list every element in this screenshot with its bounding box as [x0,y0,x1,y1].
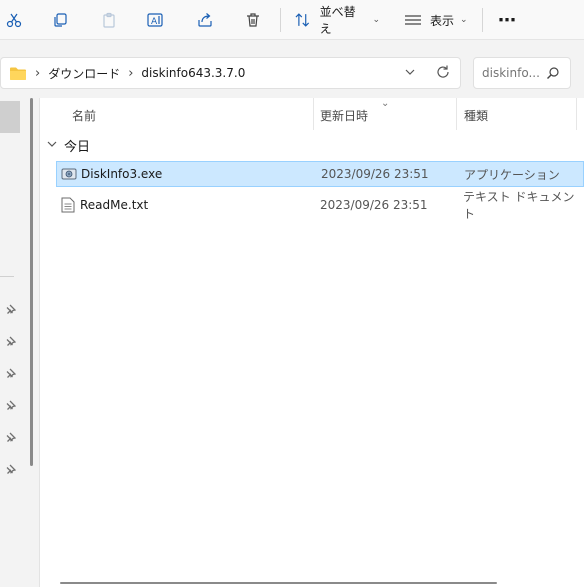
chevron-right-icon: › [128,65,134,81]
nav-selected-item[interactable] [0,101,20,133]
file-explorer-window: A 並べ替え ⌄ 表示 ⌄ ⋯ › ダウンロード › diskinfo643.3… [0,0,584,587]
copy-icon[interactable] [48,6,72,34]
search-box[interactable] [473,57,571,89]
column-header-name[interactable]: 名前 [72,107,96,124]
column-header-row: ⌄ 名前 更新日時 種類 [40,98,584,130]
file-name: ReadMe.txt [80,198,149,212]
file-row-diskinfo[interactable]: DiskInfo3.exe 2023/09/26 23:51 アプリケーション [56,161,584,187]
pin-icon [6,399,17,413]
file-modified: 2023/09/26 23:51 [320,198,428,212]
view-button[interactable]: 表示 ⌄ [404,6,470,34]
app-icon [61,166,77,182]
pin-icon [6,303,17,317]
text-file-icon [60,197,76,213]
group-label: 今日 [64,140,91,155]
cut-icon[interactable] [2,6,26,34]
view-icon [405,15,421,25]
paste-icon[interactable] [97,6,121,34]
breadcrumb-current-folder[interactable]: diskinfo643.3.7.0 [141,66,245,80]
rename-icon[interactable]: A [144,6,168,34]
sort-icon [295,13,310,27]
column-header-type[interactable]: 種類 [464,107,488,124]
pin-icon [6,367,17,381]
column-divider[interactable] [576,98,577,130]
pin-icon [6,431,17,445]
file-type: アプリケーション [464,167,560,182]
toolbar-divider [482,8,483,32]
svg-text:A: A [151,17,158,27]
address-row: › ダウンロード › diskinfo643.3.7.0 [0,50,584,94]
address-dropdown-icon[interactable] [404,66,416,81]
search-input[interactable] [482,66,540,80]
search-icon[interactable] [546,66,560,83]
refresh-icon[interactable] [435,64,451,83]
share-icon[interactable] [193,6,217,34]
file-modified: 2023/09/26 23:51 [321,167,429,181]
nav-scrollbar[interactable] [30,98,33,466]
chevron-down-icon [46,138,58,154]
pin-icon [6,463,17,477]
breadcrumb-downloads[interactable]: ダウンロード [48,65,120,82]
chevron-right-icon: › [35,65,41,81]
column-divider[interactable] [313,98,314,130]
more-options-button[interactable]: ⋯ [494,6,520,34]
file-row-readme[interactable]: ReadMe.txt 2023/09/26 23:51 テキスト ドキュメント [56,190,584,221]
chevron-down-icon: ⌄ [372,15,380,25]
nav-divider [0,276,14,277]
pin-icon [6,335,17,349]
column-divider[interactable] [456,98,457,130]
delete-icon[interactable] [241,6,265,34]
chevron-down-icon: ⌄ [460,15,468,25]
horizontal-scrollbar[interactable] [60,582,497,584]
file-list-pane: ⌄ 名前 更新日時 種類 今日 DiskInfo3.exe 2023/09/26… [40,98,584,587]
column-header-modified[interactable]: 更新日時 [320,107,368,124]
file-type: テキスト ドキュメント [463,190,575,221]
folder-icon [9,66,27,81]
sort-button[interactable]: 並べ替え ⌄ [294,5,380,36]
toolbar-divider [280,8,281,32]
view-label: 表示 [430,13,455,28]
address-bar[interactable]: › ダウンロード › diskinfo643.3.7.0 [0,57,461,89]
sort-label: 並べ替え [319,5,356,36]
file-name: DiskInfo3.exe [81,167,163,181]
command-bar: A 並べ替え ⌄ 表示 ⌄ ⋯ [0,0,584,40]
sort-indicator-icon: ⌄ [381,98,390,109]
group-header-today[interactable]: 今日 [46,136,90,155]
navigation-pane [0,98,40,587]
